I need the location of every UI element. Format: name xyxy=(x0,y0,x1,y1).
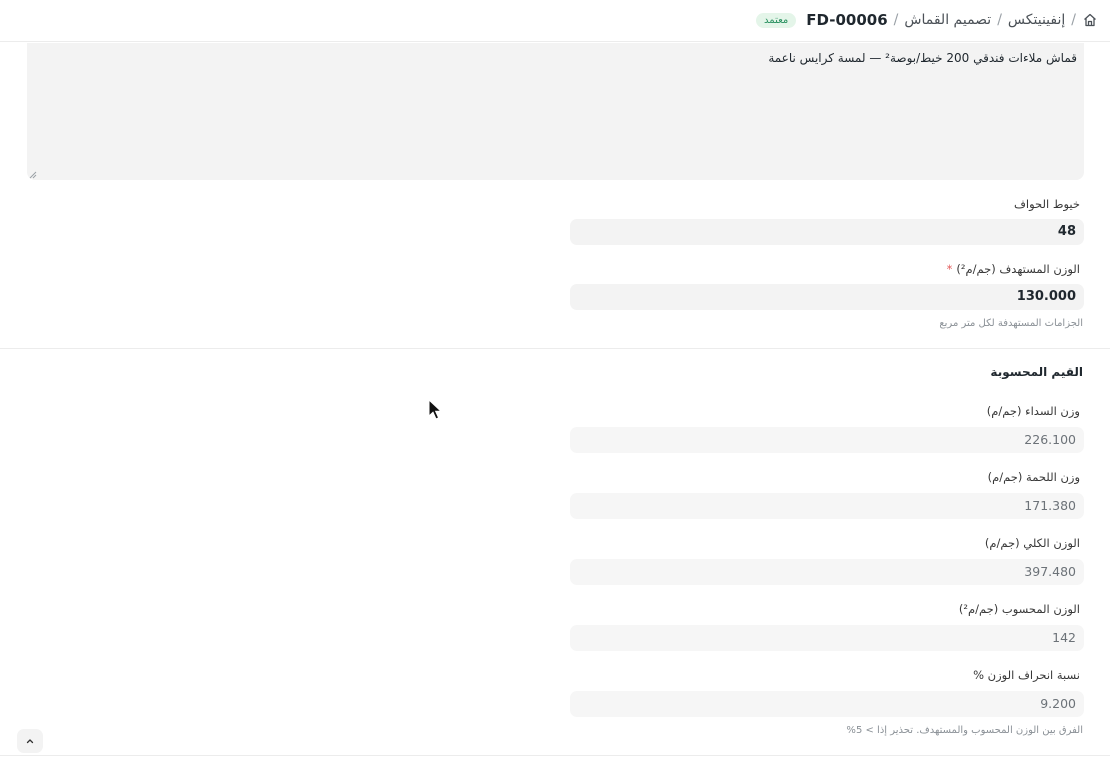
breadcrumb-separator: / xyxy=(1071,12,1076,28)
target-weight-description: الجزامات المستهدفة لكل متر مربع xyxy=(939,318,1083,329)
target-weight-label-text: الوزن المستهدف (جم/م²) xyxy=(956,262,1080,276)
chevron-up-icon xyxy=(26,739,34,744)
mouse-cursor-icon xyxy=(428,399,443,420)
top-bar: / إنفينيتكس / تصميم القماش / FD-00006 مع… xyxy=(0,0,1110,42)
description-text: قماش ملاءات فندقي 200 خيط/بوصة² — لمسة ك… xyxy=(768,51,1077,65)
resize-handle-icon[interactable] xyxy=(29,171,37,179)
required-indicator: * xyxy=(946,262,953,276)
bottom-divider xyxy=(0,755,1110,756)
description-textarea[interactable]: قماش ملاءات فندقي 200 خيط/بوصة² — لمسة ك… xyxy=(27,43,1084,180)
calculated-weight-field: 142 xyxy=(570,625,1084,651)
warp-weight-label: وزن السداء (جم/م) xyxy=(986,404,1080,418)
section-divider xyxy=(0,348,1110,349)
warp-weight-field: 226.100 xyxy=(570,427,1084,453)
weight-deviation-field: 9.200 xyxy=(570,691,1084,717)
target-weight-label: الوزن المستهدف (جم/م²)* xyxy=(947,262,1080,276)
home-icon[interactable] xyxy=(1082,12,1098,28)
breadcrumb-separator: / xyxy=(997,12,1002,28)
breadcrumb: / إنفينيتكس / تصميم القماش / FD-00006 مع… xyxy=(756,11,1098,29)
selvedge-threads-label: خيوط الحواف xyxy=(1014,197,1080,211)
target-weight-input[interactable]: 130.000 xyxy=(570,284,1084,310)
selvedge-threads-input[interactable]: 48 xyxy=(570,219,1084,245)
breadcrumb-item-doctype[interactable]: تصميم القماش xyxy=(904,12,991,28)
total-weight-label: الوزن الكلي (جم/م) xyxy=(984,536,1080,550)
weft-weight-field: 171.380 xyxy=(570,493,1084,519)
calculated-weight-label: الوزن المحسوب (جم/م²) xyxy=(958,602,1080,616)
page-title: FD-00006 xyxy=(806,11,888,29)
breadcrumb-item-app[interactable]: إنفينيتكس xyxy=(1008,12,1065,28)
weight-deviation-label: نسبة انحراف الوزن % xyxy=(973,668,1080,682)
breadcrumb-separator: / xyxy=(893,12,899,28)
section-title-computed: القيم المحسوبة xyxy=(990,365,1083,379)
scroll-to-top-button[interactable] xyxy=(17,729,43,753)
weft-weight-label: وزن اللحمة (جم/م) xyxy=(987,470,1080,484)
weight-deviation-description: الفرق بين الوزن المحسوب والمستهدف. تحذير… xyxy=(846,725,1083,736)
total-weight-field: 397.480 xyxy=(570,559,1084,585)
status-badge: معتمد xyxy=(756,12,797,28)
